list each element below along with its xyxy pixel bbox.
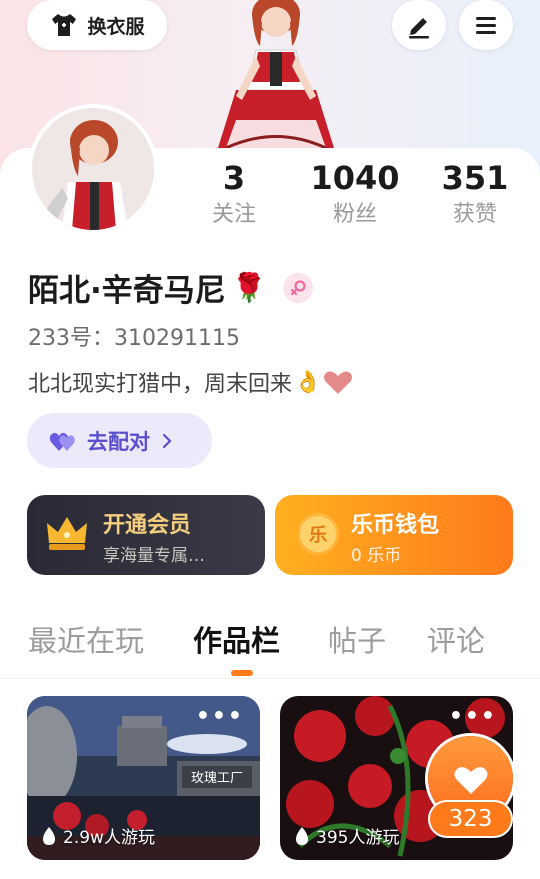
vip-subtitle: 享海量专属… xyxy=(103,546,205,566)
double-heart-icon xyxy=(49,432,75,451)
user-id-label: 233号： xyxy=(28,326,114,351)
user-name: 陌北·辛奇马尼 xyxy=(28,273,226,309)
user-bio: 北北现实打猎中，周末回来 👌 xyxy=(28,366,353,398)
fans-count: 1040 xyxy=(310,159,400,197)
following-count: 3 xyxy=(222,159,246,197)
user-name-row: 陌北·辛奇马尼 🌹 xyxy=(28,265,313,310)
content-tabs: 最近在玩 作品栏 帖子 评论 xyxy=(0,618,540,678)
wallet-subtitle: 0 乐币 xyxy=(351,546,402,566)
work-card[interactable]: 玫瑰工厂 ••• 2.9w人游玩 xyxy=(27,696,260,860)
change-outfit-label: 换衣服 xyxy=(87,15,145,38)
play-count: 395人游玩 xyxy=(294,823,399,848)
active-tab-indicator xyxy=(231,670,253,676)
play-count-text: 2.9w人游玩 xyxy=(63,828,155,848)
match-button[interactable]: 去配对 xyxy=(27,413,212,468)
tabs-divider xyxy=(0,678,540,679)
tab-posts[interactable]: 帖子 xyxy=(328,618,386,660)
chevron-right-icon xyxy=(162,433,172,448)
vip-title: 开通会员 xyxy=(103,513,192,538)
ok-hand-emoji: 👌 xyxy=(294,369,322,395)
rose-emoji: 🌹 xyxy=(231,271,267,304)
following-label: 关注 xyxy=(211,202,256,227)
wallet-card[interactable]: 乐 乐币钱包 0 乐币 xyxy=(275,495,513,575)
character-figure xyxy=(218,0,334,150)
play-count-text: 395人游玩 xyxy=(316,828,400,848)
likes-received-count: 351 xyxy=(441,159,509,197)
stat-likes[interactable]: 351 获赞 xyxy=(420,158,530,232)
edit-profile-button[interactable] xyxy=(392,0,446,50)
crown-icon xyxy=(47,517,87,550)
user-id-value: 310291115 xyxy=(114,326,240,351)
female-gender-icon xyxy=(282,272,313,303)
tab-works[interactable]: 作品栏 xyxy=(193,618,280,660)
flame-icon xyxy=(43,826,55,845)
flame-icon xyxy=(296,826,308,845)
tab-comments[interactable]: 评论 xyxy=(427,618,485,660)
avatar[interactable] xyxy=(28,104,158,234)
hamburger-menu-icon xyxy=(476,17,496,34)
user-id: 233号：310291115 xyxy=(28,320,240,352)
tshirt-icon xyxy=(52,14,77,36)
play-count: 2.9w人游玩 xyxy=(41,823,155,848)
like-count-badge: 323 xyxy=(428,800,513,838)
likes-received-label: 获赞 xyxy=(452,202,497,227)
coin-glyph: 乐 xyxy=(309,525,327,546)
bio-text: 北北现实打猎中，周末回来 xyxy=(28,372,293,397)
menu-button[interactable] xyxy=(459,0,513,50)
heart-icon xyxy=(454,766,487,794)
pencil-icon xyxy=(409,18,429,39)
stat-following[interactable]: 3 关注 xyxy=(179,158,289,232)
match-label: 去配对 xyxy=(87,429,150,454)
sign-text: 玫瑰工厂 xyxy=(191,770,243,786)
tab-recently-played[interactable]: 最近在玩 xyxy=(28,618,144,660)
vip-card[interactable]: 开通会员 享海量专属… xyxy=(27,495,265,575)
more-options-icon[interactable]: ••• xyxy=(196,704,244,729)
change-outfit-button[interactable]: 换衣服 xyxy=(27,0,167,50)
heart-icon xyxy=(324,371,353,394)
fans-label: 粉丝 xyxy=(332,202,377,227)
avatar-image xyxy=(32,108,154,230)
stat-fans[interactable]: 1040 粉丝 xyxy=(300,158,410,232)
coin-icon: 乐 xyxy=(297,513,339,555)
more-options-icon[interactable]: ••• xyxy=(449,704,497,729)
wallet-title: 乐币钱包 xyxy=(351,513,440,538)
